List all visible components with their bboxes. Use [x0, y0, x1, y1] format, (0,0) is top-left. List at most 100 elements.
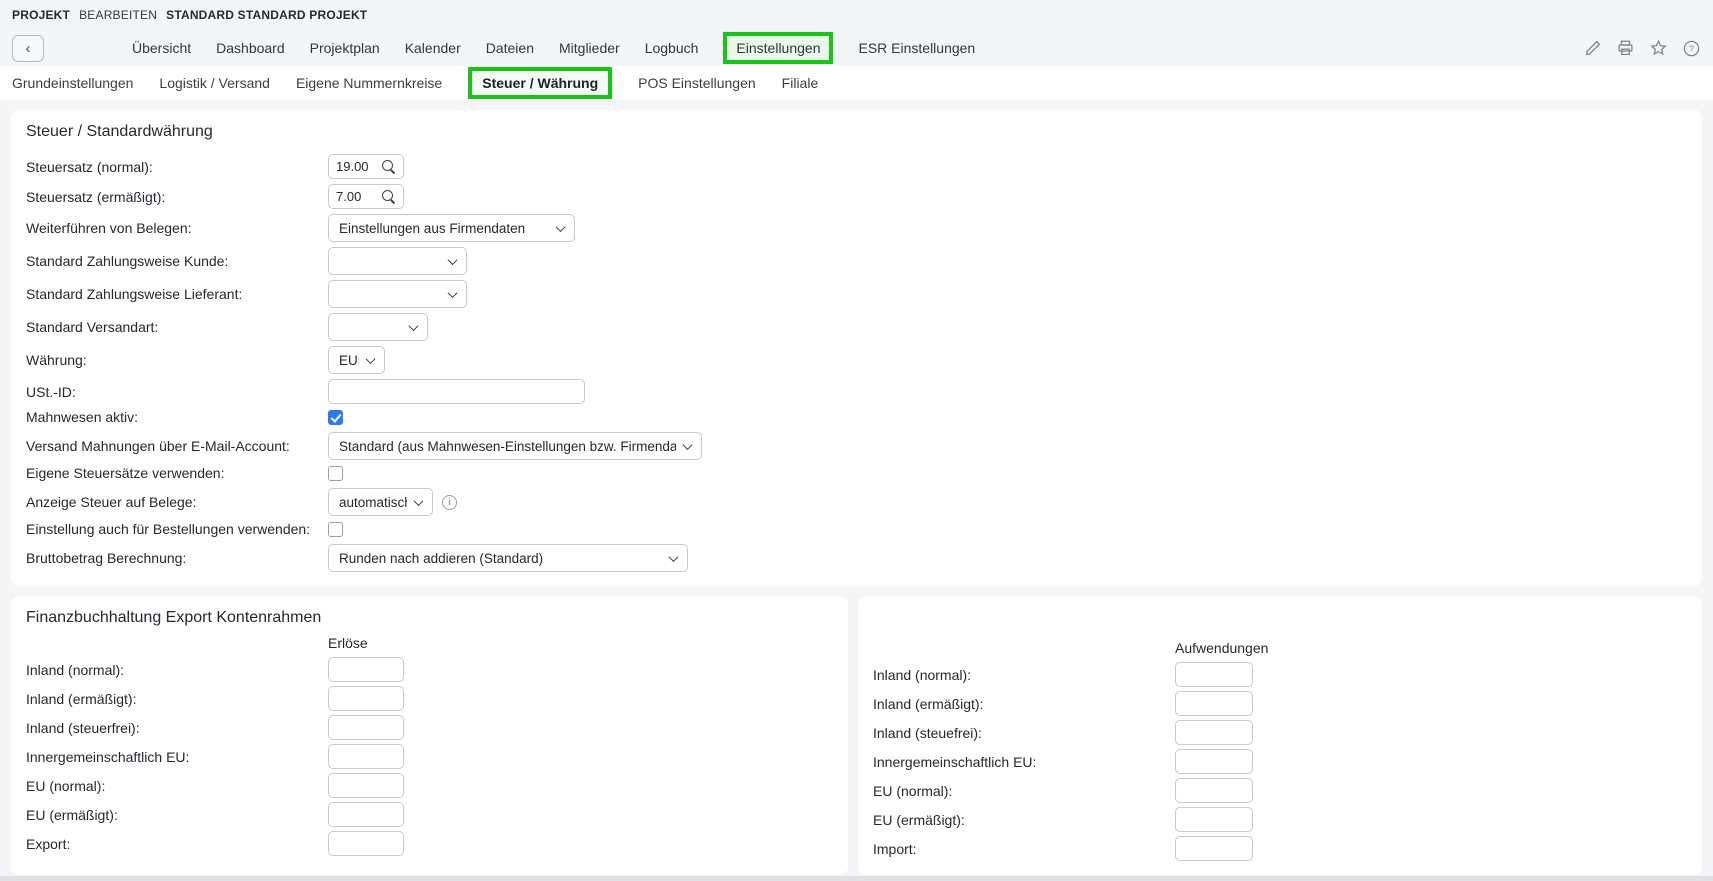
- waehrung-select[interactable]: EUR: [328, 346, 385, 374]
- chevron-down-icon: [366, 354, 376, 364]
- project-tabs: Übersicht Dashboard Projektplan Kalender…: [132, 32, 975, 64]
- printer-icon[interactable]: [1616, 39, 1635, 57]
- label-zahlungsweise-kunde: Standard Zahlungsweise Kunde:: [26, 253, 328, 269]
- aufwendungen-inland-steuerfrei-input[interactable]: [1175, 720, 1253, 745]
- label-erloese-export: Export:: [26, 836, 328, 852]
- erloese-eu-normal-input[interactable]: [328, 773, 404, 798]
- label-bestellungen: Einstellung auch für Bestellungen verwen…: [26, 521, 328, 537]
- tab-einstellungen-active[interactable]: Einstellungen: [723, 32, 833, 64]
- label-waehrung: Währung:: [26, 352, 328, 368]
- magnifier-icon[interactable]: [382, 160, 396, 174]
- label-zahlungsweise-lieferant: Standard Zahlungsweise Lieferant:: [26, 286, 328, 302]
- fibu-aufwendungen-panel: Aufwendungen Inland (normal): Inland (er…: [858, 596, 1702, 875]
- tab-projektplan[interactable]: Projektplan: [310, 40, 380, 56]
- bottom-edge-strip: [0, 876, 1713, 881]
- mahnungen-email-select[interactable]: Standard (aus Mahnwesen-Einstellungen bz…: [328, 432, 702, 460]
- breadcrumb: PROJEKT BEARBEITEN STANDARD STANDARD PRO…: [0, 0, 1713, 30]
- label-aufwendungen-inland-normal: Inland (normal):: [873, 667, 1175, 683]
- anzeige-steuer-select[interactable]: automatisch: [328, 488, 433, 516]
- aufwendungen-import-input[interactable]: [1175, 836, 1253, 861]
- steuersatz-normal-field[interactable]: [328, 154, 404, 179]
- label-erloese-eu-ermaessigt: EU (ermäßigt):: [26, 807, 328, 823]
- section-title-fibu: Finanzbuchhaltung Export Kontenrahmen: [26, 609, 833, 627]
- breadcrumb-action: BEARBEITEN: [79, 8, 157, 22]
- aufwendungen-eu-ermaessigt-input[interactable]: [1175, 807, 1253, 832]
- select-value: Standard (aus Mahnwesen-Einstellungen bz…: [339, 439, 676, 454]
- steuersatz-ermaessigt-input[interactable]: [336, 189, 376, 204]
- bestellungen-checkbox[interactable]: [328, 522, 343, 537]
- label-aufwendungen-innergemeinschaftlich: Innergemeinschaftlich EU:: [873, 754, 1175, 770]
- label-erloese-innergemeinschaftlich: Innergemeinschaftlich EU:: [26, 749, 328, 765]
- label-aufwendungen-inland-steuerfrei: Inland (steuefrei):: [873, 725, 1175, 741]
- project-nav-bar: ‹ Übersicht Dashboard Projektplan Kalend…: [0, 30, 1713, 66]
- label-versandart: Standard Versandart:: [26, 319, 328, 335]
- bruttobetrag-select[interactable]: Runden nach addieren (Standard): [328, 544, 688, 572]
- breadcrumb-app: PROJEKT: [12, 8, 70, 22]
- select-value: EUR: [339, 353, 359, 368]
- ust-id-input[interactable]: [328, 379, 585, 404]
- tab-mitglieder[interactable]: Mitglieder: [559, 40, 620, 56]
- label-steuersatz-ermaessigt: Steuersatz (ermäßigt):: [26, 189, 328, 205]
- magnifier-icon[interactable]: [382, 190, 396, 204]
- label-bruttobetrag: Bruttobetrag Berechnung:: [26, 550, 328, 566]
- breadcrumb-project: STANDARD STANDARD PROJEKT: [166, 8, 367, 22]
- erloese-innergemeinschaftlich-input[interactable]: [328, 744, 404, 769]
- subtab-logistik-versand[interactable]: Logistik / Versand: [159, 75, 270, 91]
- info-icon[interactable]: [442, 495, 457, 510]
- subtab-grundeinstellungen[interactable]: Grundeinstellungen: [12, 75, 133, 91]
- chevron-down-icon: [448, 255, 458, 265]
- label-erloese-inland-ermaessigt: Inland (ermäßigt):: [26, 691, 328, 707]
- weiterfuehren-select[interactable]: Einstellungen aus Firmendaten: [328, 214, 575, 242]
- mahnwesen-checkbox[interactable]: [328, 410, 343, 425]
- aufwendungen-column-header: Aufwendungen: [1175, 640, 1687, 656]
- zahlungsweise-kunde-select[interactable]: [328, 247, 467, 275]
- aufwendungen-eu-normal-input[interactable]: [1175, 778, 1253, 803]
- tab-uebersicht[interactable]: Übersicht: [132, 40, 191, 56]
- tab-kalender[interactable]: Kalender: [405, 40, 461, 56]
- section-title-tax: Steuer / Standardwährung: [26, 123, 1687, 141]
- pencil-icon[interactable]: [1584, 39, 1602, 57]
- select-value: Runden nach addieren (Standard): [339, 551, 543, 566]
- fibu-erloese-panel: Finanzbuchhaltung Export Kontenrahmen Er…: [11, 596, 848, 875]
- chevron-down-icon: [409, 321, 419, 331]
- erloese-eu-ermaessigt-input[interactable]: [328, 802, 404, 827]
- label-erloese-eu-normal: EU (normal):: [26, 778, 328, 794]
- eigene-steuersaetze-checkbox[interactable]: [328, 466, 343, 481]
- zahlungsweise-lieferant-select[interactable]: [328, 280, 467, 308]
- label-erloese-inland-normal: Inland (normal):: [26, 662, 328, 678]
- aufwendungen-inland-ermaessigt-input[interactable]: [1175, 691, 1253, 716]
- tax-currency-panel: Steuer / Standardwährung Steuersatz (nor…: [11, 110, 1702, 586]
- back-button[interactable]: ‹: [12, 35, 44, 62]
- label-erloese-inland-steuerfrei: Inland (steuerfrei):: [26, 720, 328, 736]
- erloese-inland-normal-input[interactable]: [328, 657, 404, 682]
- subtab-steuer-waehrung-active[interactable]: Steuer / Währung: [468, 67, 612, 99]
- chevron-down-icon: [556, 222, 566, 232]
- subtab-filiale[interactable]: Filiale: [782, 75, 819, 91]
- star-icon[interactable]: [1649, 39, 1668, 57]
- chevron-down-icon: [414, 496, 424, 506]
- tab-dateien[interactable]: Dateien: [486, 40, 534, 56]
- chevron-left-icon: ‹: [26, 40, 31, 57]
- chevron-down-icon: [448, 288, 458, 298]
- aufwendungen-inland-normal-input[interactable]: [1175, 662, 1253, 687]
- select-value: automatisch: [339, 495, 407, 510]
- label-ust-id: USt.-ID:: [26, 384, 328, 400]
- label-mahnungen-email: Versand Mahnungen über E-Mail-Account:: [26, 438, 328, 454]
- tab-esr-einstellungen[interactable]: ESR Einstellungen: [858, 40, 975, 56]
- chevron-down-icon: [669, 552, 679, 562]
- subtab-eigene-nummernkreise[interactable]: Eigene Nummernkreise: [296, 75, 442, 91]
- aufwendungen-innergemeinschaftlich-input[interactable]: [1175, 749, 1253, 774]
- toolbar-icons: ?: [1584, 39, 1701, 58]
- steuersatz-normal-input[interactable]: [336, 159, 376, 174]
- tab-logbuch[interactable]: Logbuch: [645, 40, 699, 56]
- erloese-export-input[interactable]: [328, 831, 404, 856]
- help-icon[interactable]: ?: [1682, 39, 1701, 58]
- erloese-inland-ermaessigt-input[interactable]: [328, 686, 404, 711]
- erloese-inland-steuerfrei-input[interactable]: [328, 715, 404, 740]
- label-mahnwesen: Mahnwesen aktiv:: [26, 409, 328, 425]
- label-steuersatz-normal: Steuersatz (normal):: [26, 159, 328, 175]
- steuersatz-ermaessigt-field[interactable]: [328, 184, 404, 209]
- subtab-pos-einstellungen[interactable]: POS Einstellungen: [638, 75, 756, 91]
- tab-dashboard[interactable]: Dashboard: [216, 40, 285, 56]
- versandart-select[interactable]: [328, 313, 428, 341]
